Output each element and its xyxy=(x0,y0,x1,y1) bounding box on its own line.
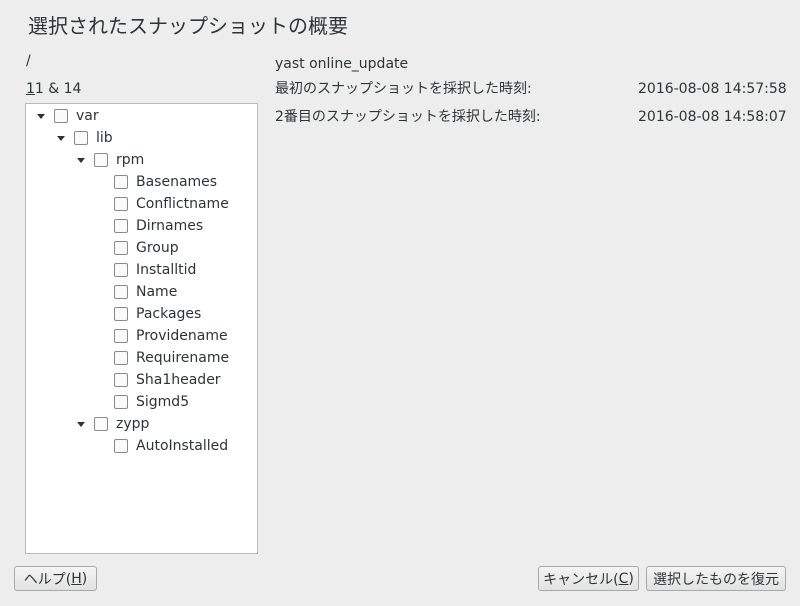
cancel-button-label: キャンセル( xyxy=(543,571,619,588)
tree-checkbox-requirename[interactable] xyxy=(114,351,128,365)
tree-node-label: Installtid xyxy=(136,262,197,278)
help-button-label: ヘルプ( xyxy=(23,571,72,588)
tree-node-sha1header[interactable]: Sha1header xyxy=(94,369,221,391)
tree-node-packages[interactable]: Packages xyxy=(94,303,201,325)
expander-icon[interactable] xyxy=(74,417,88,431)
tree-checkbox-sha1header[interactable] xyxy=(114,373,128,387)
tree-checkbox-rpm[interactable] xyxy=(94,153,108,167)
dialog-window: 選択されたスナップショットの概要 / 11 & 14 var lib rpm B… xyxy=(0,0,800,606)
tree-node-label: Sigmd5 xyxy=(136,394,190,410)
tree-checkbox-installtid[interactable] xyxy=(114,263,128,277)
tree-node-label: lib xyxy=(96,130,113,146)
tree-node-label: Dirnames xyxy=(136,218,204,234)
tree-node-label: var xyxy=(76,108,99,124)
tree-node-label: AutoInstalled xyxy=(136,438,229,454)
restore-selected-button[interactable]: 選択したものを復元 xyxy=(646,566,786,591)
tree-node-label: zypp xyxy=(116,416,150,432)
second-snapshot-label: 2番目のスナップショットを採択した時刻: xyxy=(275,109,541,125)
tree-checkbox-lib[interactable] xyxy=(74,131,88,145)
expander-icon[interactable] xyxy=(74,153,88,167)
tree-checkbox-name[interactable] xyxy=(114,285,128,299)
tree-node-dirnames[interactable]: Dirnames xyxy=(94,215,203,237)
tree-node-installtid[interactable]: Installtid xyxy=(94,259,196,281)
second-snapshot-time: 2016-08-08 14:58:07 xyxy=(638,109,787,125)
tree-node-label: Providename xyxy=(136,328,228,344)
snapshot-description: yast online_update xyxy=(275,56,409,72)
cancel-button[interactable]: キャンセル(C) xyxy=(538,566,639,591)
tree-checkbox-zypp[interactable] xyxy=(94,417,108,431)
tree-node-var[interactable]: var xyxy=(34,105,99,127)
tree-node-label: Sha1header xyxy=(136,372,221,388)
file-tree[interactable]: var lib rpm Basenames Conflictname Dirna… xyxy=(25,103,258,554)
tree-checkbox-packages[interactable] xyxy=(114,307,128,321)
tree-node-label: rpm xyxy=(116,152,145,168)
first-snapshot-label: 最初のスナップショットを採択した時刻: xyxy=(275,81,532,97)
tree-node-autoinstalled[interactable]: AutoInstalled xyxy=(94,435,228,457)
snapshot-range-text: 1 & 14 xyxy=(34,81,82,97)
tree-node-rpm[interactable]: rpm xyxy=(74,149,144,171)
help-button-mnemonic: H xyxy=(71,570,82,587)
tree-node-name[interactable]: Name xyxy=(94,281,177,303)
tree-node-zypp[interactable]: zypp xyxy=(74,413,149,435)
tree-node-label: Name xyxy=(136,284,178,300)
cancel-button-mnemonic: C xyxy=(618,570,629,587)
tree-node-basenames[interactable]: Basenames xyxy=(94,171,217,193)
tree-checkbox-conflictname[interactable] xyxy=(114,197,128,211)
tree-node-label: Packages xyxy=(136,306,202,322)
tree-checkbox-sigmd5[interactable] xyxy=(114,395,128,409)
dialog-title: 選択されたスナップショットの概要 xyxy=(28,14,348,38)
tree-checkbox-autoinstalled[interactable] xyxy=(114,439,128,453)
expander-icon[interactable] xyxy=(34,109,48,123)
snapshot-range-label: 11 & 14 xyxy=(26,80,81,98)
tree-checkbox-dirnames[interactable] xyxy=(114,219,128,233)
tree-node-label: Requirename xyxy=(136,350,230,366)
cancel-button-label-end: ) xyxy=(628,570,634,587)
help-button[interactable]: ヘルプ(H) xyxy=(14,566,97,591)
expander-icon[interactable] xyxy=(54,131,68,145)
tree-checkbox-providename[interactable] xyxy=(114,329,128,343)
tree-node-label: Basenames xyxy=(136,174,218,190)
first-snapshot-time: 2016-08-08 14:57:58 xyxy=(638,81,787,97)
tree-node-group[interactable]: Group xyxy=(94,237,179,259)
help-button-label-end: ) xyxy=(81,570,88,587)
tree-node-label: Group xyxy=(136,240,179,256)
tree-node-conflictname[interactable]: Conflictname xyxy=(94,193,229,215)
tree-checkbox-var[interactable] xyxy=(54,109,68,123)
tree-node-sigmd5[interactable]: Sigmd5 xyxy=(94,391,189,413)
tree-node-label: Conflictname xyxy=(136,196,229,212)
snapshot-range-mnemonic: 1 xyxy=(26,81,35,97)
tree-node-lib[interactable]: lib xyxy=(54,127,113,149)
tree-checkbox-basenames[interactable] xyxy=(114,175,128,189)
tree-node-requirename[interactable]: Requirename xyxy=(94,347,229,369)
tree-checkbox-group[interactable] xyxy=(114,241,128,255)
path-label: / xyxy=(26,53,31,69)
tree-node-providename[interactable]: Providename xyxy=(94,325,228,347)
